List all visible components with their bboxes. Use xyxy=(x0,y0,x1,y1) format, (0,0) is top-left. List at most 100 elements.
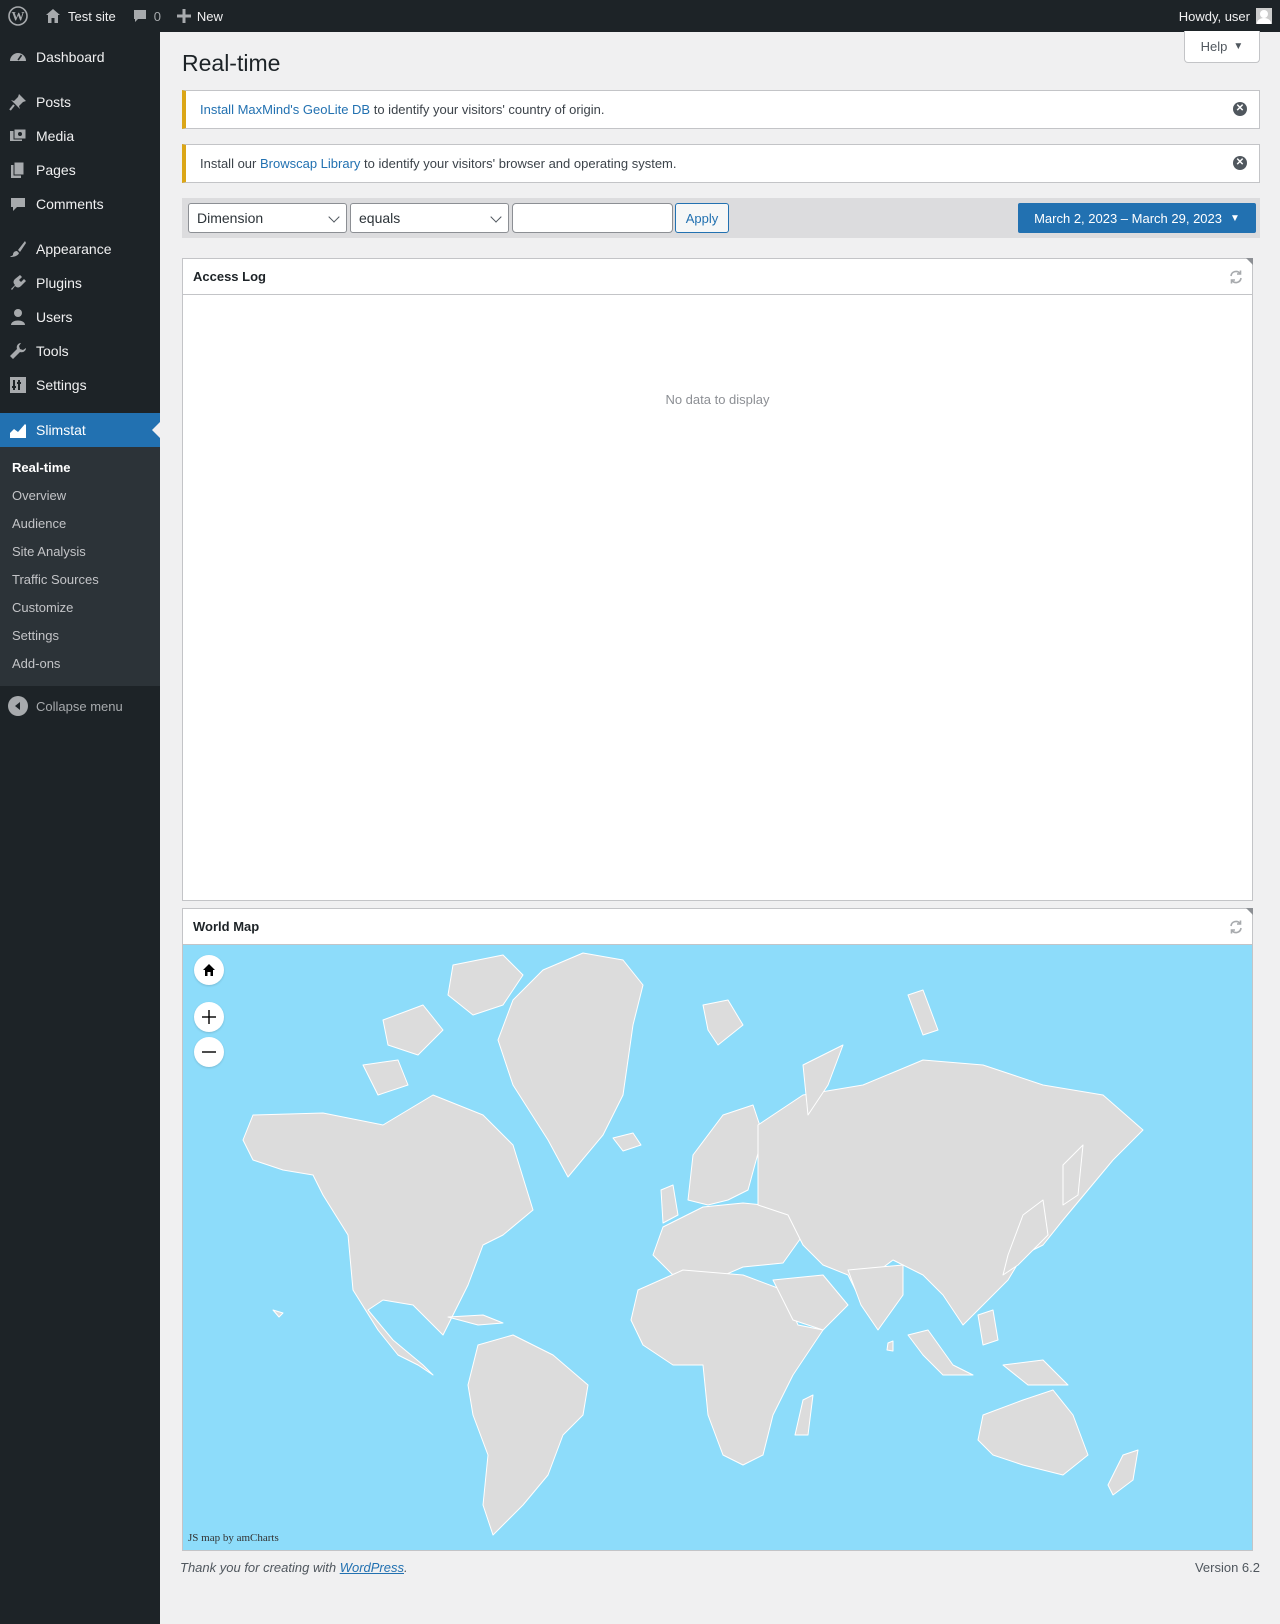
filter-value-input[interactable] xyxy=(512,203,673,233)
menu-label: Appearance xyxy=(36,241,112,257)
map-credit[interactable]: JS map by amCharts xyxy=(188,1532,279,1544)
footer-end: . xyxy=(404,1560,408,1575)
home-button[interactable] xyxy=(194,955,224,985)
new-content-button[interactable]: New xyxy=(169,0,231,32)
notice-text: to identify your visitors' country of or… xyxy=(370,102,605,117)
plus-icon xyxy=(202,1010,216,1024)
world-map[interactable]: JS map by amCharts xyxy=(183,945,1252,1550)
menu-item-dashboard[interactable]: Dashboard xyxy=(0,40,160,74)
account-menu[interactable]: Howdy, user xyxy=(1179,8,1280,24)
menu-label: Media xyxy=(36,128,75,144)
comment-bubble-icon xyxy=(132,8,148,24)
australia xyxy=(977,1389,1089,1476)
home-icon xyxy=(203,964,215,976)
wordpress-logo-button[interactable]: W xyxy=(0,0,36,32)
collapse-menu-button[interactable]: Collapse menu xyxy=(0,686,160,726)
submenu-item-settings[interactable]: Settings xyxy=(0,622,160,650)
footer-thanks: Thank you for creating with xyxy=(180,1560,340,1575)
chart-icon xyxy=(8,420,28,440)
scandinavia xyxy=(687,1104,764,1206)
menu-item-plugins[interactable]: Plugins xyxy=(0,266,160,300)
chevron-down-icon xyxy=(328,211,340,223)
operator-select[interactable]: equals xyxy=(350,203,509,233)
panel-title: World Map xyxy=(193,919,260,934)
operator-value: equals xyxy=(359,210,401,226)
submenu-item-site-analysis[interactable]: Site Analysis xyxy=(0,538,160,566)
menu-label: Plugins xyxy=(36,275,82,291)
site-name-link[interactable]: Test site xyxy=(36,0,124,32)
menu-item-appearance[interactable]: Appearance xyxy=(0,232,160,266)
menu-item-slimstat[interactable]: Slimstat xyxy=(0,413,160,447)
canadian-islands xyxy=(382,1004,444,1056)
wordpress-link[interactable]: WordPress xyxy=(340,1560,404,1575)
help-button[interactable]: Help ▼ xyxy=(1184,31,1260,63)
access-log-panel: Access Log No data to display xyxy=(182,258,1253,901)
menu-item-pages[interactable]: Pages xyxy=(0,153,160,187)
menu-label: Users xyxy=(36,309,73,325)
slimstat-submenu: Real-time Overview Audience Site Analysi… xyxy=(0,447,160,686)
filter-bar: Dimension equals Apply March 2, 2023 – M… xyxy=(182,198,1260,238)
date-range-button[interactable]: March 2, 2023 – March 29, 2023 ▼ xyxy=(1018,203,1256,233)
submenu-item-traffic-sources[interactable]: Traffic Sources xyxy=(0,566,160,594)
menu-label: Settings xyxy=(36,377,87,393)
submenu-item-add-ons[interactable]: Add-ons xyxy=(0,650,160,678)
island xyxy=(886,1340,894,1352)
settings-icon xyxy=(8,375,28,395)
svg-text:W: W xyxy=(12,9,25,24)
dismiss-icon[interactable]: ✕ xyxy=(1233,102,1247,116)
menu-item-settings[interactable]: Settings xyxy=(0,368,160,402)
menu-label: Slimstat xyxy=(36,422,86,438)
site-name: Test site xyxy=(68,8,116,24)
submenu-item-audience[interactable]: Audience xyxy=(0,510,160,538)
panel-header: World Map xyxy=(183,909,1252,945)
new-guinea xyxy=(1002,1359,1069,1386)
dimension-select[interactable]: Dimension xyxy=(188,203,347,233)
brush-icon xyxy=(8,239,28,259)
submenu-item-overview[interactable]: Overview xyxy=(0,482,160,510)
minus-icon xyxy=(202,1051,216,1053)
apply-button[interactable]: Apply xyxy=(675,203,729,233)
dashboard-icon xyxy=(8,47,28,67)
wrench-icon xyxy=(8,341,28,361)
menu-item-posts[interactable]: Posts xyxy=(0,85,160,119)
date-range-label: March 2, 2023 – March 29, 2023 xyxy=(1034,210,1222,226)
zoom-in-button[interactable] xyxy=(194,1002,224,1032)
plus-icon xyxy=(176,9,191,23)
submenu-item-customize[interactable]: Customize xyxy=(0,594,160,622)
zoom-out-button[interactable] xyxy=(194,1037,224,1067)
menu-item-comments[interactable]: Comments xyxy=(0,187,160,221)
menu-item-tools[interactable]: Tools xyxy=(0,334,160,368)
pin-icon xyxy=(8,92,28,112)
menu-label: Pages xyxy=(36,162,76,178)
wordpress-icon: W xyxy=(8,6,28,26)
browscap-link[interactable]: Browscap Library xyxy=(260,156,360,171)
refresh-icon[interactable] xyxy=(1228,919,1244,935)
menu-item-media[interactable]: Media xyxy=(0,119,160,153)
madagascar xyxy=(794,1394,814,1436)
version-text: Version 6.2 xyxy=(1194,1560,1260,1575)
menu-item-users[interactable]: Users xyxy=(0,300,160,334)
caret-down-icon: ▼ xyxy=(1229,212,1240,224)
india xyxy=(847,1264,904,1331)
philippines xyxy=(977,1309,999,1346)
greeting: Howdy, user xyxy=(1178,8,1250,24)
dismiss-icon[interactable]: ✕ xyxy=(1233,156,1247,170)
home-icon xyxy=(44,7,62,25)
caribbean xyxy=(447,1314,504,1326)
admin-menu: Dashboard Posts Media Pages Comments App… xyxy=(0,32,160,1624)
island xyxy=(272,1309,284,1318)
panel-header: Access Log xyxy=(183,259,1252,295)
iceland xyxy=(612,1132,642,1152)
submenu-item-real-time[interactable]: Real-time xyxy=(0,454,160,482)
collapse-label: Collapse menu xyxy=(36,698,123,714)
panel-title: Access Log xyxy=(193,269,266,284)
refresh-icon[interactable] xyxy=(1228,269,1244,285)
empty-message: No data to display xyxy=(665,392,770,407)
caret-down-icon: ▼ xyxy=(1233,41,1244,52)
user-icon xyxy=(8,307,28,327)
new-zealand xyxy=(1107,1449,1139,1496)
comments-link[interactable]: 0 xyxy=(124,0,169,32)
plug-icon xyxy=(8,273,28,293)
geolite-link[interactable]: Install MaxMind's GeoLite DB xyxy=(200,102,370,117)
menu-label: Tools xyxy=(36,343,69,359)
